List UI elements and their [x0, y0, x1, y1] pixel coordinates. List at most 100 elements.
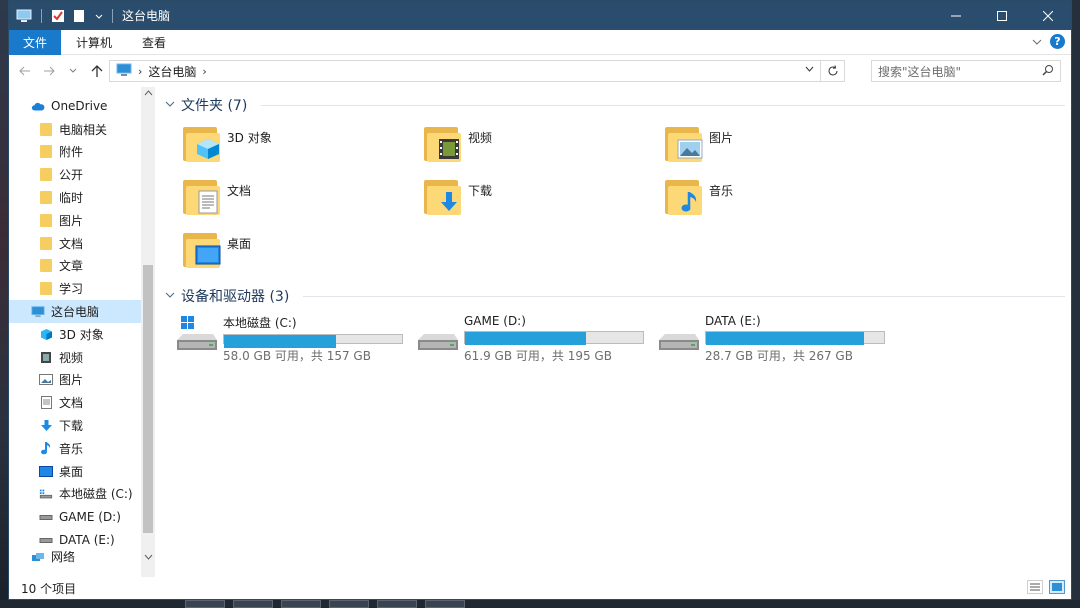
- desktop-background-right: [1072, 0, 1080, 608]
- maximize-button[interactable]: [979, 1, 1025, 30]
- drives-group-header[interactable]: 设备和驱动器 (3): [165, 284, 1071, 308]
- tab-file[interactable]: 文件: [9, 29, 61, 55]
- details-view-button[interactable]: [1027, 580, 1043, 594]
- sidebar-item-onedrive[interactable]: OneDrive: [9, 95, 155, 118]
- search-box[interactable]: 搜索"这台电脑": [871, 60, 1061, 82]
- main-pane: 文件夹 (7) 3D 对象 视频 图片文档 下载 音乐桌面 设备和驱动器 (3) 本地磁…: [155, 87, 1071, 577]
- sidebar-item-this-pc-child[interactable]: 视频: [9, 346, 155, 369]
- cloud-icon: [31, 99, 45, 113]
- folder-tile[interactable]: 3D 对象: [183, 117, 424, 170]
- sidebar-item-label: 图片: [59, 373, 84, 388]
- breadcrumb-separator-icon[interactable]: ›: [138, 65, 142, 78]
- status-bar: 10 个项目: [9, 577, 1071, 599]
- new-document-icon[interactable]: [73, 9, 89, 23]
- folder-tile[interactable]: 音乐: [665, 170, 906, 223]
- title-bar[interactable]: 这台电脑: [9, 1, 1071, 30]
- forward-button[interactable]: [39, 66, 59, 76]
- drive-tile[interactable]: DATA (E:) 28.7 GB 可用，共 267 GB: [655, 314, 896, 364]
- drive-tile[interactable]: GAME (D:) 61.9 GB 可用，共 195 GB: [414, 314, 655, 364]
- sidebar-item-onedrive-folder[interactable]: 文章: [9, 255, 155, 278]
- recent-locations-button[interactable]: [63, 68, 83, 74]
- sidebar-item-onedrive-folder[interactable]: 公开: [9, 163, 155, 186]
- picture-icon: [39, 373, 53, 387]
- desktop-icon: [195, 243, 221, 267]
- help-button[interactable]: ?: [1050, 34, 1065, 49]
- sidebar-item-this-pc-child[interactable]: 3D 对象: [9, 323, 155, 346]
- drive-free-space: 58.0 GB 可用，共 157 GB: [223, 349, 371, 363]
- refresh-button[interactable]: [820, 61, 844, 81]
- navigation-bar: › 这台电脑 › 搜索"这台电脑": [9, 55, 1071, 87]
- sidebar-item-label: 学习: [59, 282, 84, 297]
- properties-icon[interactable]: [51, 9, 67, 23]
- large-icons-view-button[interactable]: [1049, 580, 1065, 594]
- sidebar-item-this-pc-child[interactable]: 桌面: [9, 460, 155, 483]
- sidebar-item-label: 公开: [59, 168, 84, 183]
- sidebar-item-onedrive-folder[interactable]: 附件: [9, 141, 155, 164]
- sidebar-item-label: 下载: [59, 419, 84, 434]
- sidebar-item-onedrive-folder[interactable]: 学习: [9, 277, 155, 300]
- folder-icon: [424, 174, 462, 216]
- folder-tile[interactable]: 桌面: [183, 223, 424, 276]
- folder-icon: [39, 122, 53, 136]
- collapse-group-icon[interactable]: [165, 100, 175, 111]
- up-button[interactable]: [87, 64, 107, 78]
- sidebar-item-onedrive-folder[interactable]: 临时: [9, 186, 155, 209]
- minimize-button[interactable]: [933, 1, 979, 30]
- folders-group-header[interactable]: 文件夹 (7): [165, 93, 1071, 117]
- search-icon[interactable]: [1042, 64, 1054, 79]
- drive-label: DATA (E:): [705, 314, 761, 328]
- sidebar-item-onedrive-folder[interactable]: 电脑相关: [9, 118, 155, 141]
- sidebar-item-onedrive-folder[interactable]: 图片: [9, 209, 155, 232]
- sidebar-item-onedrive-folder[interactable]: 文档: [9, 232, 155, 255]
- chevron-down-icon[interactable]: [95, 9, 103, 23]
- sidebar-item-this-pc-child[interactable]: DATA (E:): [9, 528, 155, 551]
- window-title: 这台电脑: [122, 9, 171, 23]
- folder-icon: [665, 121, 703, 163]
- folder-tile[interactable]: 文档: [183, 170, 424, 223]
- expand-ribbon-icon[interactable]: [1032, 35, 1042, 49]
- download-icon: [39, 419, 53, 433]
- address-bar[interactable]: › 这台电脑 ›: [109, 60, 845, 82]
- scrollbar-thumb[interactable]: [143, 265, 153, 533]
- scroll-down-icon[interactable]: [141, 553, 155, 563]
- sidebar-item-this-pc-child[interactable]: 图片: [9, 369, 155, 392]
- sidebar-item-label: 音乐: [59, 441, 84, 456]
- folder-label: 音乐: [709, 184, 734, 198]
- sidebar-item-this-pc[interactable]: 这台电脑: [9, 300, 155, 323]
- scroll-up-icon[interactable]: [141, 89, 155, 99]
- computer-icon: [31, 305, 45, 319]
- forward-arrow-icon: [44, 66, 55, 76]
- drive-info: 本地磁盘 (C:) 58.0 GB 可用，共 157 GB: [223, 314, 403, 364]
- sidebar-scrollbar[interactable]: [141, 87, 155, 577]
- folder-tile[interactable]: 下载: [424, 170, 665, 223]
- folder-label: 视频: [468, 131, 493, 145]
- drive-usage-fill: [706, 332, 865, 345]
- folder-icon: [183, 121, 221, 163]
- tab-computer[interactable]: 计算机: [61, 30, 127, 55]
- computer-icon[interactable]: [16, 9, 32, 23]
- folder-icon: [39, 191, 53, 205]
- folder-tile[interactable]: 视频: [424, 117, 665, 170]
- drive-usage-bar: [464, 331, 644, 345]
- sidebar-item-network[interactable]: 网络: [9, 551, 155, 565]
- back-button[interactable]: [15, 66, 35, 76]
- tab-view[interactable]: 查看: [127, 30, 181, 55]
- address-history-icon[interactable]: [805, 64, 814, 75]
- drive-usage-fill: [224, 335, 337, 348]
- sidebar-item-label: 图片: [59, 213, 84, 228]
- breadcrumb-separator-icon[interactable]: ›: [202, 65, 206, 78]
- folder-tile[interactable]: 图片: [665, 117, 906, 170]
- drive-icon: [414, 314, 458, 358]
- sidebar-item-this-pc-child[interactable]: 音乐: [9, 437, 155, 460]
- search-input[interactable]: 搜索"这台电脑": [878, 63, 961, 80]
- sidebar-item-this-pc-child[interactable]: 下载: [9, 414, 155, 437]
- close-icon: [1043, 10, 1053, 21]
- drive-tile[interactable]: 本地磁盘 (C:) 58.0 GB 可用，共 157 GB: [173, 314, 414, 364]
- close-button[interactable]: [1025, 1, 1071, 30]
- details-view-icon: [1030, 583, 1040, 591]
- breadcrumb-this-pc[interactable]: 这台电脑: [148, 63, 196, 80]
- sidebar-item-this-pc-child[interactable]: 本地磁盘 (C:): [9, 483, 155, 506]
- sidebar-item-this-pc-child[interactable]: 文档: [9, 391, 155, 414]
- sidebar-item-this-pc-child[interactable]: GAME (D:): [9, 505, 155, 528]
- collapse-group-icon[interactable]: [165, 291, 175, 302]
